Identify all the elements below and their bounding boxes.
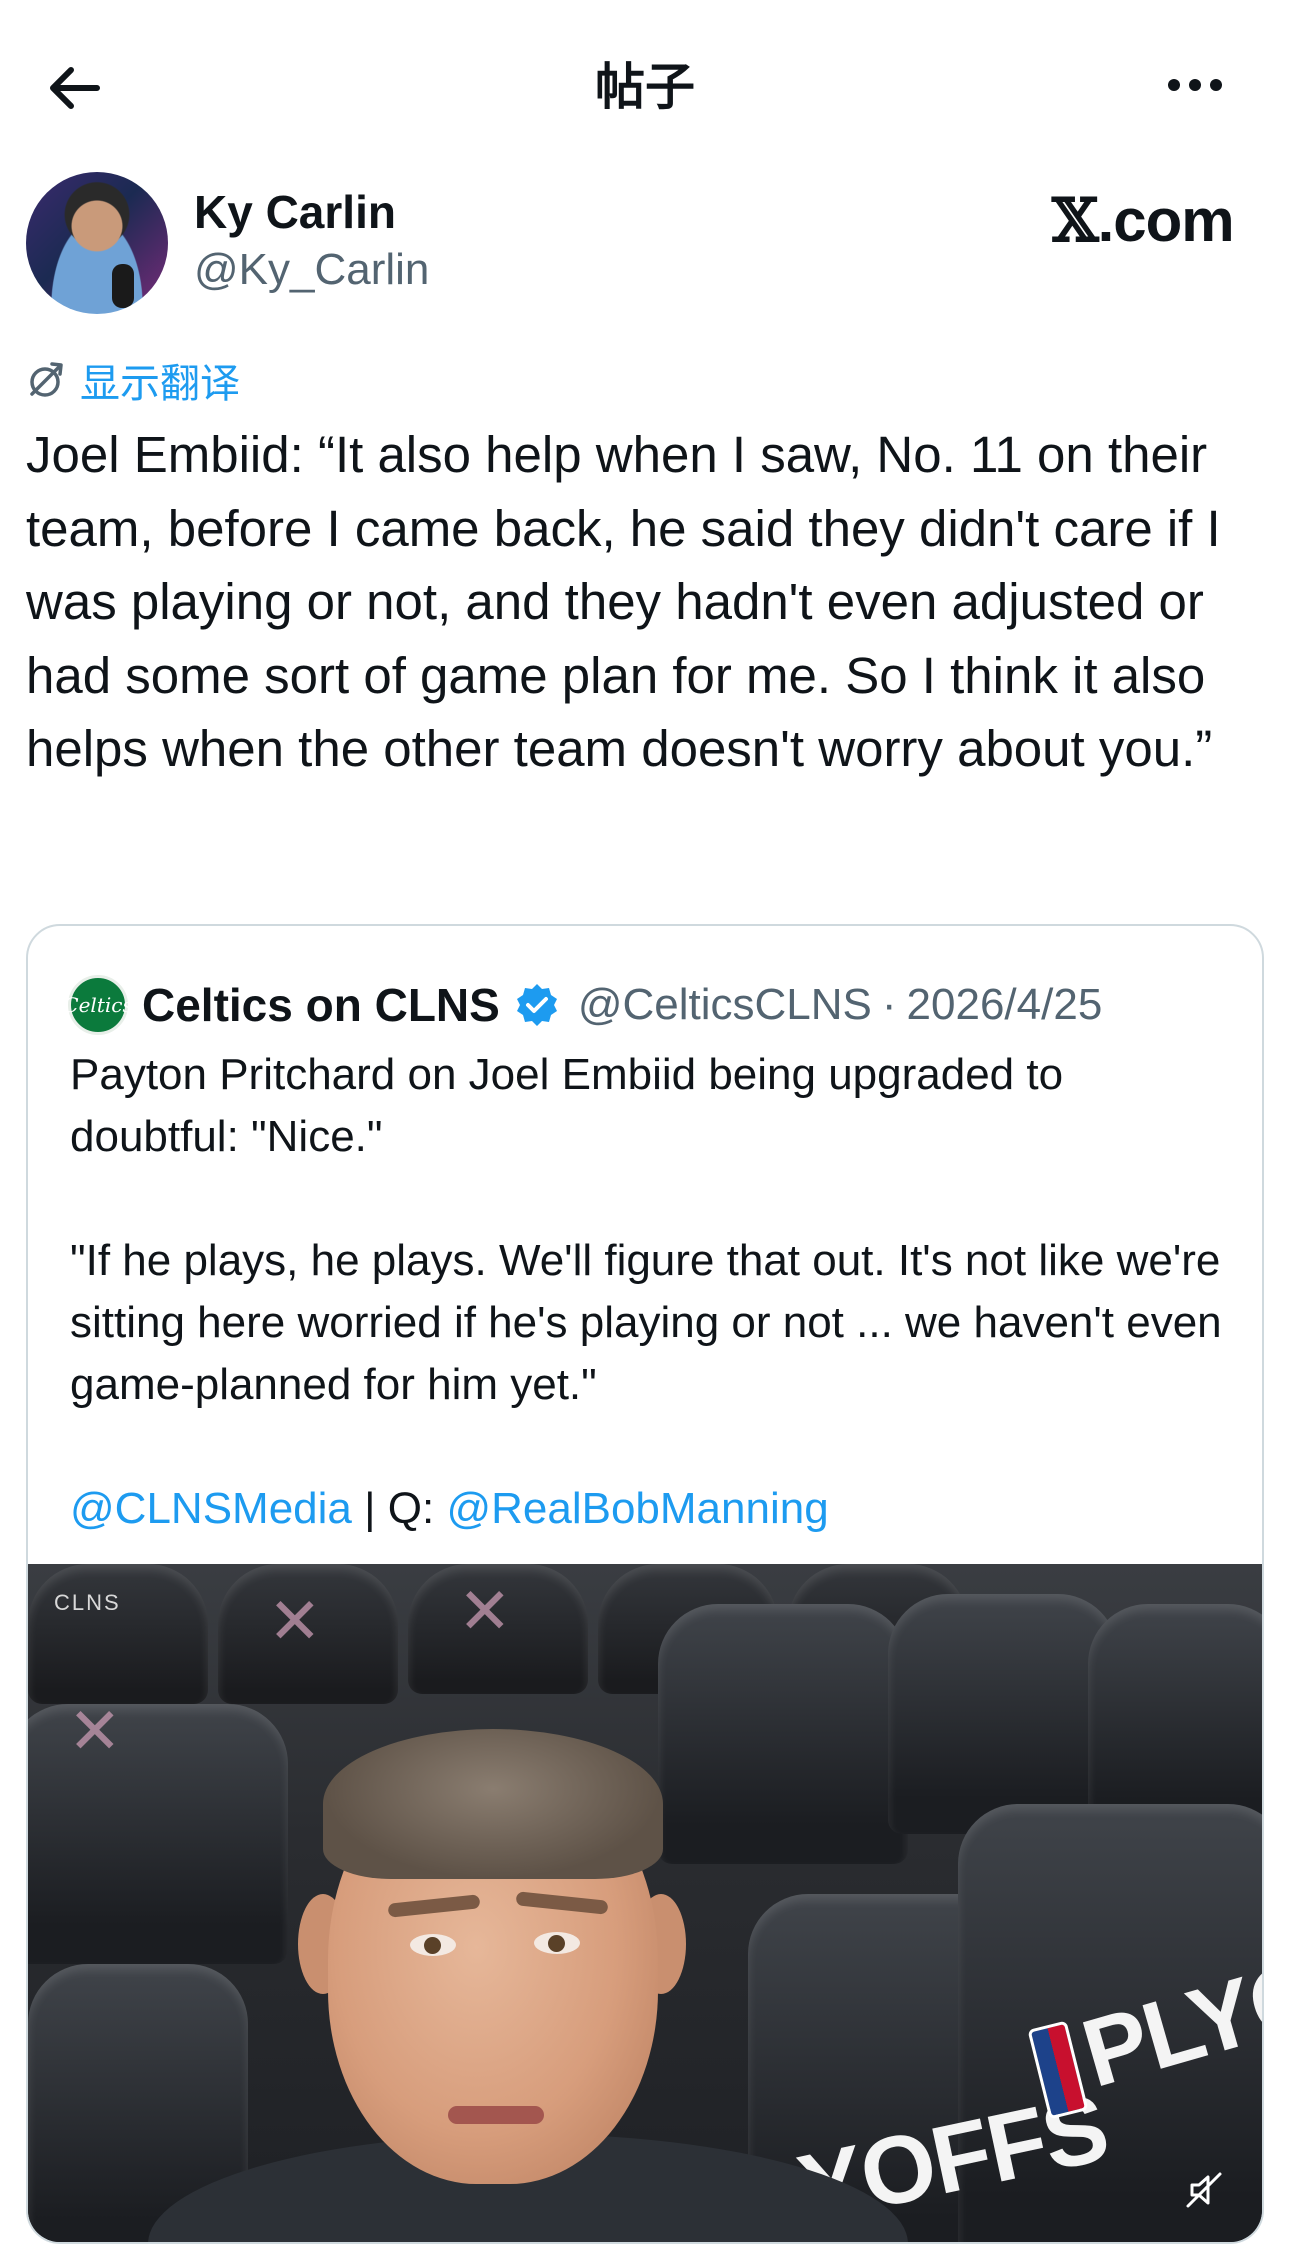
video-player[interactable]: ✕ ✕ ✕ YOFFS PLYOFFS CLNS — [28, 1564, 1262, 2242]
volume-muted-icon — [1186, 2172, 1222, 2208]
quoted-paragraph-1: Payton Pritchard on Joel Embiid being up… — [70, 1050, 1064, 1161]
mention-link-clnsmedia[interactable]: @CLNSMedia — [70, 1484, 352, 1533]
translate-icon — [30, 362, 63, 397]
post-text: Joel Embiid: “It also help when I saw, N… — [26, 426, 1221, 777]
quoted-paragraph-2: "If he plays, he plays. We'll figure tha… — [70, 1236, 1222, 1409]
top-navigation-bar: 帖子 — [0, 0, 1290, 170]
show-translation-link[interactable]: 显示翻译 — [26, 355, 240, 406]
author-handle[interactable]: @Ky_Carlin — [194, 242, 429, 298]
post-author: Ky Carlin @Ky_Carlin 𝕏.com — [26, 172, 1266, 317]
more-horizontal-icon — [1168, 79, 1180, 91]
video-subject — [148, 1634, 908, 2242]
separator-dot: · — [881, 980, 897, 1029]
more-options-button[interactable] — [1160, 60, 1230, 110]
quoted-author-name[interactable]: Celtics on CLNS — [142, 978, 500, 1032]
quoted-author-handle[interactable]: @CelticsCLNS — [578, 980, 872, 1030]
show-translation-label: 显示翻译 — [80, 362, 240, 406]
quoted-post-text: Payton Pritchard on Joel Embiid being up… — [70, 1044, 1230, 1540]
verified-badge-icon — [516, 984, 557, 1026]
microphone-graphic — [112, 264, 134, 308]
quoted-mentions-line: @CLNSMedia | Q: @RealBobManning — [70, 1478, 1230, 1540]
mention-link-realbobmanning[interactable]: @RealBobManning — [446, 1484, 828, 1533]
mentions-separator: | Q: — [351, 1484, 447, 1533]
page-title: 帖子 — [595, 59, 695, 115]
author-name[interactable]: Ky Carlin — [194, 184, 396, 240]
quoted-post-header: Celtics Celtics on CLNS @CelticsCLNS · 2… — [63, 970, 1103, 1040]
mute-button[interactable] — [1178, 2164, 1230, 2216]
x-com-logo: 𝕏.com — [1052, 186, 1235, 256]
clns-watermark: CLNS — [54, 1590, 121, 1615]
celtics-logo-avatar[interactable]: Celtics — [63, 975, 133, 1035]
avatar[interactable] — [26, 172, 168, 314]
quoted-post-card[interactable]: Celtics Celtics on CLNS @CelticsCLNS · 2… — [26, 924, 1264, 2244]
quoted-post-date[interactable]: 2026/4/25 — [907, 980, 1103, 1030]
